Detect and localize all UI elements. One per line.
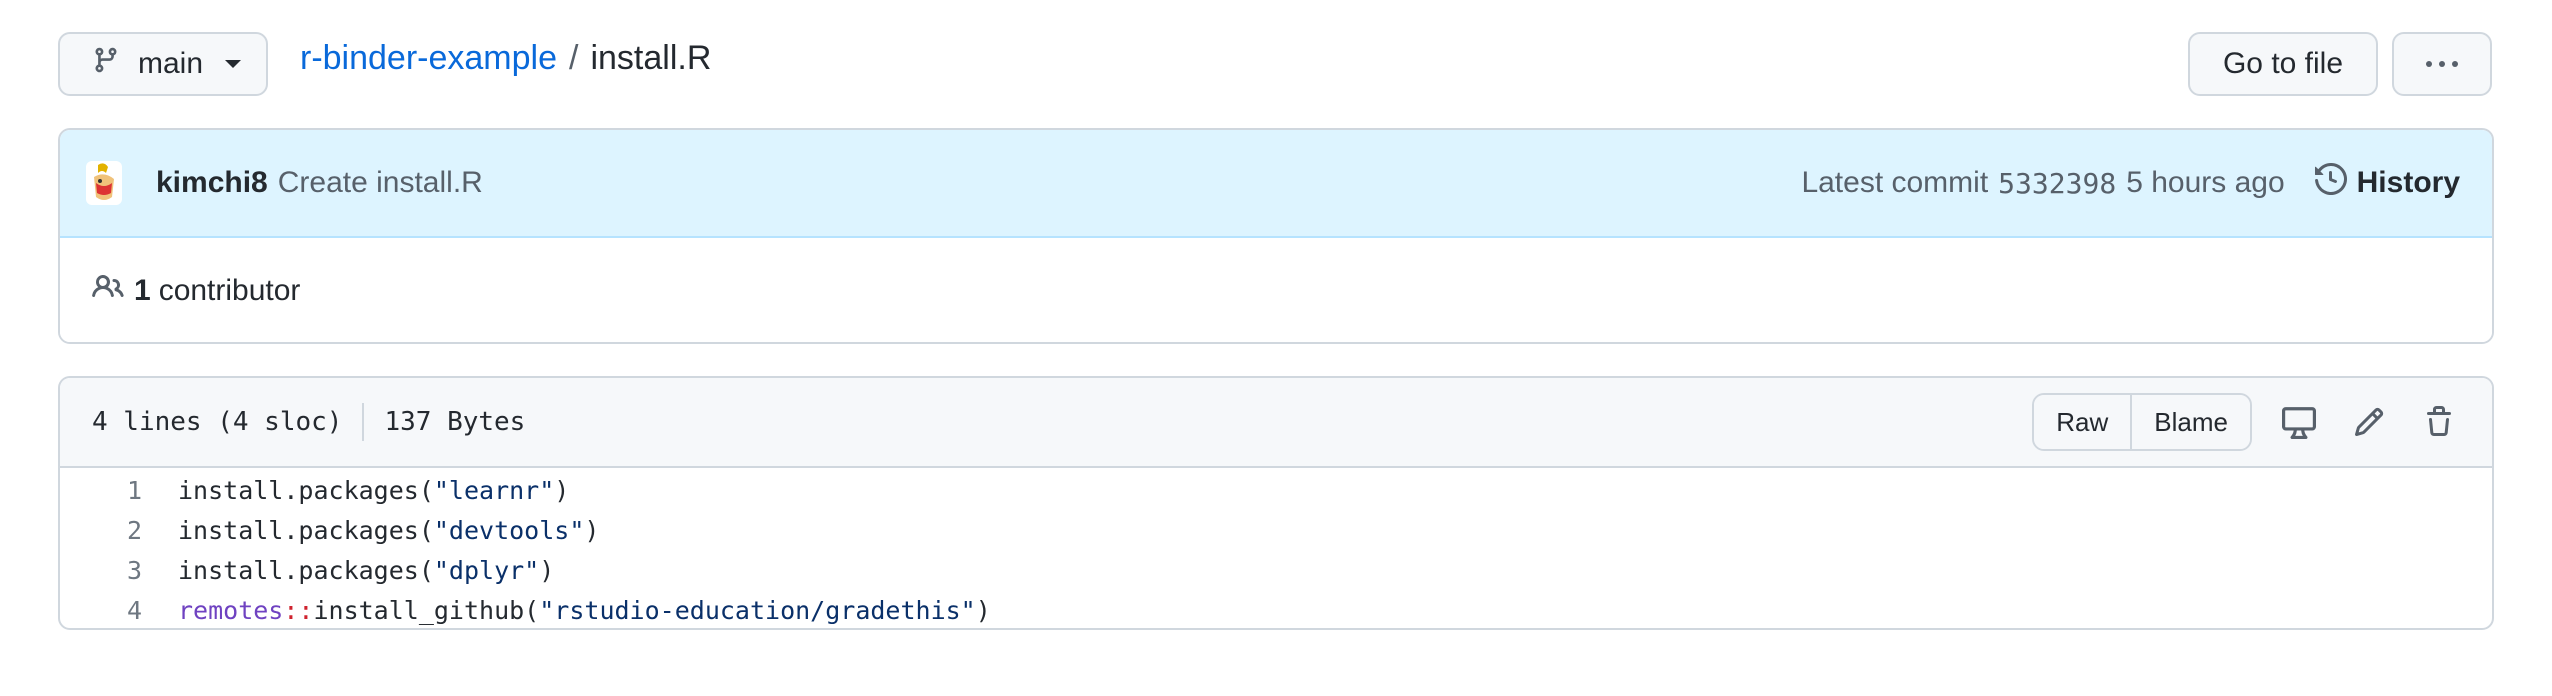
go-to-file-button[interactable]: Go to file: [2188, 32, 2378, 96]
line-content: install.packages("learnr"): [178, 475, 570, 505]
header-divider: [362, 403, 365, 441]
branch-name: main: [138, 47, 204, 80]
commit-author-link[interactable]: kimchi8: [156, 166, 268, 200]
commit-meta: Latest commit 5332398 5 hours ago Histor…: [1801, 162, 2460, 203]
breadcrumb: r-binder-example / install.R: [300, 34, 711, 82]
breadcrumb-repo-link[interactable]: r-binder-example: [300, 39, 557, 78]
file-viewer: 4 lines (4 sloc) 137 Bytes Raw Blame 1 i…: [58, 376, 2494, 630]
pencil-icon[interactable]: [2346, 399, 2392, 445]
code-block: 1 install.packages("learnr") 2 install.p…: [60, 468, 2492, 628]
raw-button[interactable]: Raw: [2034, 395, 2131, 449]
commit-sha-link[interactable]: 5332398: [1998, 167, 2116, 200]
file-lines-info: 4 lines (4 sloc): [92, 407, 343, 437]
line-content: install.packages("devtools"): [178, 515, 600, 545]
desktop-icon[interactable]: [2276, 399, 2322, 445]
caret-down-icon: [225, 60, 242, 68]
latest-commit-box: kimchi8 Create install.R Latest commit 5…: [58, 128, 2494, 344]
git-branch-icon: [92, 45, 120, 83]
code-line: 3 install.packages("dplyr"): [60, 550, 2492, 590]
more-options-button[interactable]: [2392, 32, 2492, 96]
contributor-label: contributor: [158, 274, 301, 307]
latest-commit-label: Latest commit: [1801, 166, 1989, 199]
trash-icon[interactable]: [2416, 399, 2462, 445]
file-size: 137 Bytes: [384, 407, 526, 437]
history-clock-icon: [2314, 162, 2347, 203]
line-number[interactable]: 3: [60, 556, 142, 585]
contributors-row[interactable]: 1 contributor: [60, 238, 2492, 342]
breadcrumb-file-name: install.R: [590, 38, 712, 77]
code-line: 4 remotes::install_github("rstudio-educa…: [60, 590, 2492, 628]
commit-time: 5 hours ago: [2126, 166, 2285, 199]
people-icon: [92, 271, 124, 311]
kebab-horizontal-icon: [2426, 61, 2458, 67]
line-content: remotes::install_github("rstudio-educati…: [178, 595, 991, 625]
commit-header: kimchi8 Create install.R Latest commit 5…: [60, 130, 2492, 238]
blame-button[interactable]: Blame: [2130, 395, 2250, 449]
history-label: History: [2356, 166, 2460, 199]
raw-blame-group: Raw Blame: [2032, 393, 2252, 451]
line-number[interactable]: 4: [60, 596, 142, 625]
contributor-count: 1: [134, 274, 151, 307]
branch-selector-button[interactable]: main: [58, 32, 268, 96]
line-number[interactable]: 1: [60, 476, 142, 505]
code-line: 1 install.packages("learnr"): [60, 470, 2492, 510]
avatar[interactable]: [84, 159, 124, 207]
history-link[interactable]: History: [2314, 162, 2460, 203]
file-header: 4 lines (4 sloc) 137 Bytes Raw Blame: [60, 378, 2492, 468]
code-line: 2 install.packages("devtools"): [60, 510, 2492, 550]
commit-message-link[interactable]: Create install.R: [278, 166, 483, 200]
breadcrumb-separator: /: [569, 38, 579, 77]
line-content: install.packages("dplyr"): [178, 555, 555, 585]
line-number[interactable]: 2: [60, 516, 142, 545]
